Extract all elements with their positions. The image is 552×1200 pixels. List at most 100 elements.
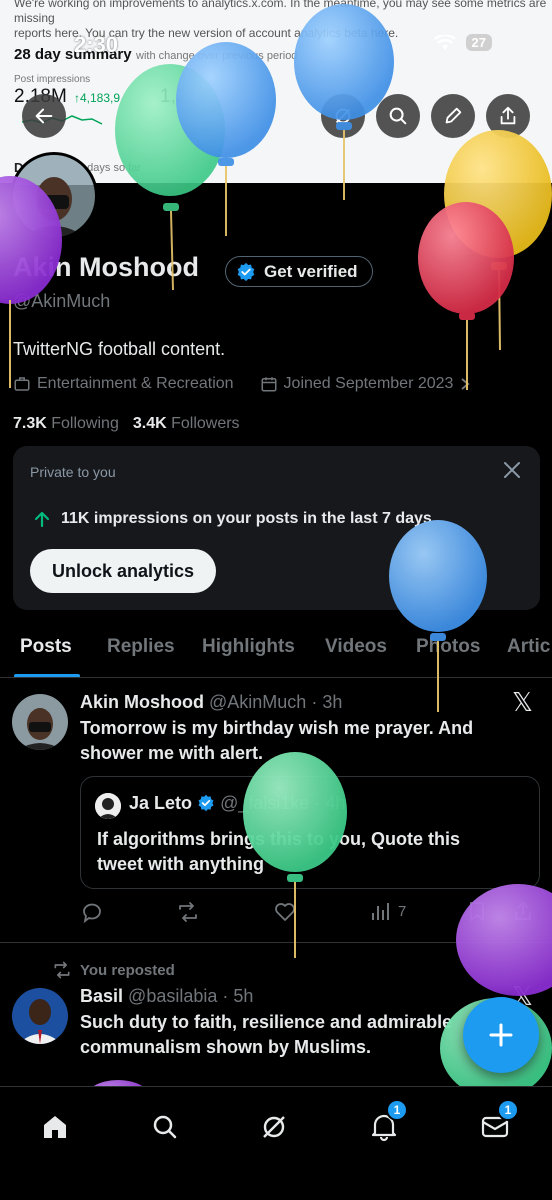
profile-bio: TwitterNG football content. bbox=[13, 339, 226, 359]
profile-tabs: Posts Replies Highlights Videos Photos A… bbox=[0, 630, 552, 678]
avatar-photo bbox=[95, 793, 121, 819]
compose-post-button[interactable] bbox=[463, 997, 539, 1073]
nav-grok[interactable] bbox=[252, 1105, 296, 1149]
tab-replies[interactable]: Replies bbox=[107, 636, 175, 658]
followers-link[interactable]: 3.4K Followers bbox=[133, 415, 240, 433]
banner-impressions-change: ↑4,183,9 bbox=[74, 91, 121, 105]
private-analytics-card: Private to you 11K impressions on your p… bbox=[13, 446, 540, 610]
plus-icon bbox=[489, 1023, 513, 1047]
private-card-impressions: 11K impressions on your posts in the las… bbox=[33, 510, 432, 528]
get-verified-button[interactable]: Get verified bbox=[225, 256, 373, 287]
views-button[interactable]: 7 bbox=[370, 900, 406, 922]
search-icon bbox=[389, 107, 407, 125]
wifi-icon bbox=[433, 34, 456, 50]
share-icon bbox=[500, 106, 516, 125]
messages-badge: 1 bbox=[497, 1099, 519, 1121]
avatar-photo bbox=[12, 988, 68, 1044]
repost-icon bbox=[54, 961, 70, 979]
post-avatar[interactable] bbox=[12, 988, 68, 1044]
quoted-author-handle: @_falsi1ke · 4h bbox=[220, 793, 346, 813]
verified-badge-icon bbox=[198, 794, 214, 812]
chevron-right-icon[interactable] bbox=[459, 377, 471, 391]
avatar-photo bbox=[12, 694, 68, 750]
share-icon bbox=[515, 901, 531, 920]
repost-icon bbox=[179, 902, 197, 922]
banner-summary-sub: with change over previous period bbox=[136, 50, 298, 62]
grok-icon bbox=[263, 1116, 285, 1138]
profile-banner[interactable]: We're working on improvements to analyti… bbox=[0, 0, 552, 183]
briefcase-icon bbox=[14, 377, 30, 391]
post-actions: 7 bbox=[80, 900, 535, 926]
post-header: Basil @basilabia · 5h bbox=[80, 986, 253, 1007]
home-icon bbox=[44, 1116, 66, 1138]
views-chart-icon bbox=[372, 903, 389, 920]
reply-button[interactable] bbox=[80, 900, 104, 924]
post-share-button[interactable] bbox=[512, 900, 534, 922]
bottom-navigation: 1 1 bbox=[0, 1086, 552, 1200]
close-icon bbox=[504, 462, 520, 478]
post-divider bbox=[0, 942, 552, 943]
reply-icon bbox=[83, 903, 101, 924]
verified-badge-icon bbox=[237, 262, 255, 281]
arrow-up-icon bbox=[34, 511, 50, 528]
quoted-text: If algorithms brings this to you, Quote … bbox=[97, 829, 461, 874]
tab-articles[interactable]: Artic bbox=[507, 636, 550, 658]
search-button[interactable] bbox=[376, 94, 420, 138]
nav-search[interactable] bbox=[143, 1105, 187, 1149]
grok-button[interactable] bbox=[321, 94, 365, 138]
bookmark-icon bbox=[470, 902, 484, 922]
profile-handle: @AkinMuch bbox=[13, 291, 111, 311]
private-card-close-button[interactable] bbox=[502, 460, 522, 485]
avatar-photo bbox=[13, 155, 95, 237]
follow-stats: 7.3K Following 3.4K Followers bbox=[13, 415, 240, 433]
bookmark-button[interactable] bbox=[466, 900, 488, 922]
profile-category[interactable]: Entertainment & Recreation bbox=[37, 375, 234, 393]
reposted-label: You reposted bbox=[80, 961, 175, 979]
quoted-header: Ja Leto @_falsi1ke · 4h bbox=[129, 793, 345, 814]
pencil-icon bbox=[445, 107, 462, 124]
tab-photos[interactable]: Photos bbox=[416, 636, 480, 658]
arrow-left-icon bbox=[35, 108, 53, 124]
quoted-author-name: Ja Leto bbox=[129, 793, 193, 813]
reposted-indicator: You reposted bbox=[52, 960, 175, 980]
notifications-badge: 1 bbox=[386, 1099, 408, 1121]
get-verified-label: Get verified bbox=[264, 261, 358, 281]
profile-joined: Joined September 2023 bbox=[283, 375, 454, 392]
post-text: Tomorrow is my birthday wish me prayer. … bbox=[80, 718, 474, 763]
post-avatar[interactable] bbox=[12, 694, 68, 750]
private-card-impressions-text: 11K impressions on your posts in the las… bbox=[61, 510, 432, 527]
like-button[interactable] bbox=[273, 900, 297, 924]
calendar-icon bbox=[261, 377, 277, 392]
banner-impressions-label: Post impressions bbox=[14, 74, 91, 85]
post-author-name[interactable]: Basil bbox=[80, 986, 123, 1006]
back-button[interactable] bbox=[22, 94, 66, 138]
tab-highlights[interactable]: Highlights bbox=[202, 636, 295, 658]
nav-home[interactable] bbox=[33, 1105, 77, 1149]
quoted-post[interactable]: Ja Leto @_falsi1ke · 4h If algorithms br… bbox=[80, 776, 540, 889]
edit-profile-button[interactable] bbox=[431, 94, 475, 138]
status-time: 2:30 bbox=[74, 32, 119, 57]
private-card-title: Private to you bbox=[30, 464, 116, 480]
battery-icon: 27 bbox=[465, 34, 492, 51]
views-count: 7 bbox=[398, 902, 407, 920]
unlock-analytics-button[interactable]: Unlock analytics bbox=[30, 549, 217, 593]
repost-button[interactable] bbox=[176, 900, 200, 924]
tab-active-indicator bbox=[14, 674, 80, 677]
status-icons: 27 bbox=[433, 34, 492, 51]
profile-meta: Entertainment & Recreation Joined Septem… bbox=[13, 375, 471, 393]
heart-icon bbox=[275, 903, 295, 921]
nav-messages[interactable]: 1 bbox=[473, 1099, 519, 1149]
tab-videos[interactable]: Videos bbox=[325, 636, 387, 658]
share-button[interactable] bbox=[486, 94, 530, 138]
post-author-handle[interactable]: @basilabia · 5h bbox=[128, 986, 253, 1006]
post-header: Akin Moshood @AkinMuch · 3h bbox=[80, 692, 342, 713]
post-author-handle[interactable]: @AkinMuch · 3h bbox=[209, 692, 342, 712]
balloon-red bbox=[418, 202, 514, 390]
tab-posts[interactable]: Posts bbox=[20, 636, 72, 658]
banner-second-value: 1,228 bbox=[160, 86, 208, 107]
profile-avatar[interactable] bbox=[10, 152, 98, 240]
post-author-name[interactable]: Akin Moshood bbox=[80, 692, 204, 712]
following-link[interactable]: 7.3K Following bbox=[13, 415, 119, 433]
nav-notifications[interactable]: 1 bbox=[362, 1099, 408, 1149]
profile-name: Akin Moshood bbox=[13, 252, 199, 282]
